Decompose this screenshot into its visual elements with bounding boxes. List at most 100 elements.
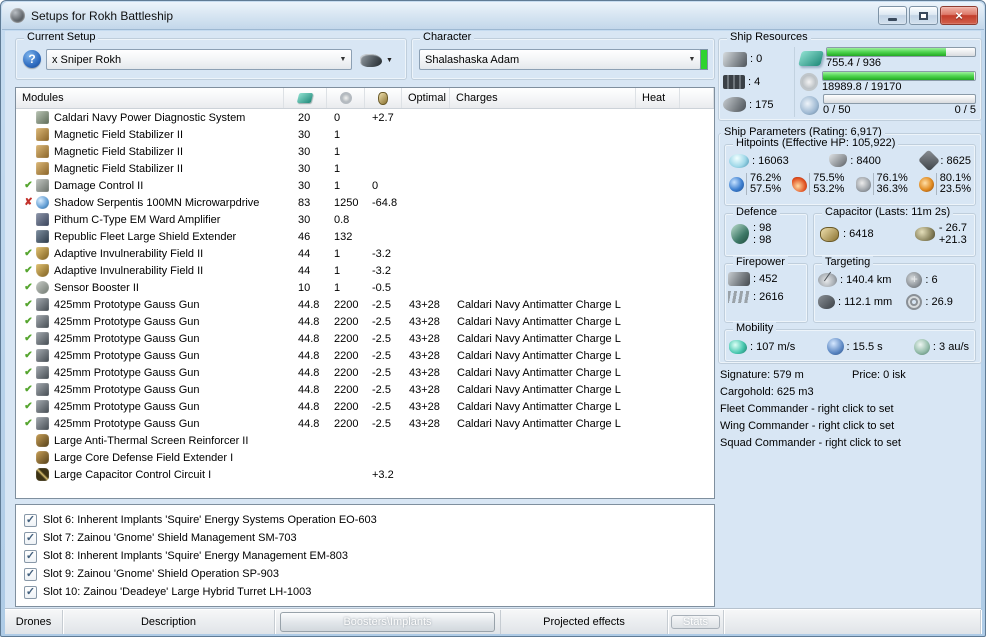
module-row[interactable]: Caldari Navy Power Diagnostic System200+…: [16, 109, 714, 126]
maximize-button[interactable]: [909, 6, 938, 25]
close-button[interactable]: ×: [940, 6, 978, 25]
current-setup-group: Current Setup ? x Sniper Rokh ▼ ▼: [15, 38, 407, 80]
launcher-hardpoints-value: : 4: [748, 76, 760, 88]
character-label: Character: [420, 31, 474, 43]
module-row[interactable]: Republic Fleet Large Shield Extender4613…: [16, 228, 714, 245]
module-pg: 2200: [327, 296, 365, 313]
tab-boosters-implants[interactable]: Boosters\Implants: [280, 612, 495, 632]
module-optimal: 43+28: [402, 313, 450, 330]
character-select[interactable]: Shalashaska Adam ▼: [419, 49, 701, 70]
implant-label: Slot 10: Zainou 'Deadeye' Large Hybrid T…: [43, 586, 311, 598]
module-row[interactable]: ✔Adaptive Invulnerability Field II441-3.…: [16, 262, 714, 279]
module-cpu: 20: [284, 109, 327, 126]
module-row[interactable]: Large Capacitor Control Circuit I+3.2: [16, 466, 714, 483]
module-cap: -0.5: [365, 279, 402, 296]
module-row[interactable]: Magnetic Field Stabilizer II301: [16, 126, 714, 143]
implant-row[interactable]: ✓ Slot 8: Inherent Implants 'Squire' Ener…: [24, 547, 714, 565]
module-row[interactable]: Magnetic Field Stabilizer II301: [16, 143, 714, 160]
em-resist-icon: [729, 177, 744, 192]
armor-resist-value: 23.5%: [940, 184, 971, 195]
module-row[interactable]: ✔Adaptive Invulnerability Field II441-3.…: [16, 245, 714, 262]
module-name: Magnetic Field Stabilizer II: [54, 163, 183, 175]
titlebar[interactable]: Setups for Rokh Battleship ×: [2, 2, 984, 30]
fitted-check-icon: ✔: [22, 180, 35, 191]
drone-bar: [823, 94, 976, 104]
module-row[interactable]: ✔Sensor Booster II101-0.5: [16, 279, 714, 296]
module-row[interactable]: Large Core Defense Field Extender I: [16, 449, 714, 466]
module-cpu: 44.8: [284, 398, 327, 415]
character-group: Character Shalashaska Adam ▼: [411, 38, 715, 80]
implant-label: Slot 8: Inherent Implants 'Squire' Energ…: [43, 550, 348, 562]
implant-label: Slot 7: Zainou 'Gnome' Shield Management…: [43, 532, 297, 544]
hybrid-turret-icon: [36, 315, 49, 328]
module-row[interactable]: Magnetic Field Stabilizer II301: [16, 160, 714, 177]
help-icon[interactable]: ?: [23, 50, 41, 68]
current-setup-select[interactable]: x Sniper Rokh ▼: [46, 49, 352, 70]
module-heat: [636, 262, 680, 279]
implant-checkbox[interactable]: ✓: [24, 514, 37, 527]
module-row[interactable]: ✔425mm Prototype Gauss Gun44.82200-2.543…: [16, 415, 714, 432]
capacitor-icon: [378, 92, 388, 105]
fitted-check-icon: ✔: [22, 248, 35, 259]
capacitor-icon: [820, 227, 839, 242]
module-row[interactable]: ✘Shadow Serpentis 100MN Microwarpdrive83…: [16, 194, 714, 211]
squad-commander-text[interactable]: Squad Commander - right click to set: [720, 437, 901, 454]
implant-row[interactable]: ✓Slot 6: Inherent Implants 'Squire' Ener…: [24, 511, 714, 529]
module-cpu: 44.8: [284, 381, 327, 398]
module-pg: 1: [327, 177, 365, 194]
module-name: 425mm Prototype Gauss Gun: [54, 333, 200, 345]
module-cpu: [284, 432, 327, 449]
module-row[interactable]: ✔425mm Prototype Gauss Gun44.82200-2.543…: [16, 398, 714, 415]
chevron-down-icon[interactable]: ▼: [335, 56, 351, 63]
ship-menu-button[interactable]: ▼: [360, 50, 402, 70]
hitpoints-group: Hitpoints (Effective HP: 105,922) : 1606…: [724, 144, 976, 206]
module-row[interactable]: ✔425mm Prototype Gauss Gun44.82200-2.543…: [16, 364, 714, 381]
module-row[interactable]: Large Anti-Thermal Screen Reinforcer II: [16, 432, 714, 449]
implant-checkbox[interactable]: ✓: [24, 532, 37, 545]
targeting-range-icon: [818, 273, 837, 287]
module-cap: [365, 432, 402, 449]
implant-checkbox[interactable]: ✓: [24, 586, 37, 599]
module-row[interactable]: ✔425mm Prototype Gauss Gun44.82200-2.543…: [16, 313, 714, 330]
implant-checkbox[interactable]: ✓: [24, 550, 37, 563]
module-pg: 2200: [327, 415, 365, 432]
module-heat: [636, 432, 680, 449]
fitted-check-icon: ✔: [22, 384, 35, 395]
tab-projected-effects[interactable]: Projected effects: [500, 610, 668, 634]
module-row[interactable]: ✔425mm Prototype Gauss Gun44.82200-2.543…: [16, 381, 714, 398]
implant-row[interactable]: ✓Slot 9: Zainou 'Gnome' Shield Operation…: [24, 565, 714, 583]
fitted-check-icon: ✔: [22, 316, 35, 327]
modules-header[interactable]: Modules Optimal Charges Heat: [16, 88, 714, 109]
capacitor-recharge: +21.3: [939, 234, 967, 246]
tab-description[interactable]: Description: [63, 610, 275, 634]
implant-row[interactable]: ✓ Slot 7: Zainou 'Gnome' Shield Managemen…: [24, 529, 714, 547]
module-heat: [636, 228, 680, 245]
max-velocity-icon: [729, 340, 747, 354]
module-charges: [450, 126, 636, 143]
module-pg: 0: [327, 109, 365, 126]
hybrid-turret-icon: [36, 349, 49, 362]
module-name: 425mm Prototype Gauss Gun: [54, 367, 200, 379]
module-cpu: 83: [284, 194, 327, 211]
module-row[interactable]: ✔Damage Control II3010: [16, 177, 714, 194]
module-row[interactable]: Pithum C-Type EM Ward Amplifier300.8: [16, 211, 714, 228]
module-charges: [450, 279, 636, 296]
minimize-button[interactable]: [878, 6, 907, 25]
module-row[interactable]: ✔425mm Prototype Gauss Gun44.82200-2.543…: [16, 296, 714, 313]
module-name: Large Core Defense Field Extender I: [54, 452, 233, 464]
module-cpu: 30: [284, 177, 327, 194]
module-name: 425mm Prototype Gauss Gun: [54, 401, 200, 413]
module-charges: [450, 228, 636, 245]
module-heat: [636, 364, 680, 381]
module-name: 425mm Prototype Gauss Gun: [54, 316, 200, 328]
fleet-commander-text[interactable]: Fleet Commander - right click to set: [720, 403, 894, 420]
module-row[interactable]: ✔425mm Prototype Gauss Gun44.82200-2.543…: [16, 330, 714, 347]
chevron-down-icon[interactable]: ▼: [684, 56, 700, 63]
wing-commander-text[interactable]: Wing Commander - right click to set: [720, 420, 894, 437]
implant-checkbox[interactable]: ✓: [24, 568, 37, 581]
tab-drones[interactable]: Drones: [5, 610, 63, 634]
mobility-group: Mobility : 107 m/s : 15.5 s : 3 au/s: [724, 329, 976, 362]
implant-row[interactable]: ✓ Slot 10: Zainou 'Deadeye' Large Hybrid …: [24, 583, 714, 601]
stats-button[interactable]: Stats: [671, 615, 720, 629]
module-row[interactable]: ✔425mm Prototype Gauss Gun44.82200-2.543…: [16, 347, 714, 364]
